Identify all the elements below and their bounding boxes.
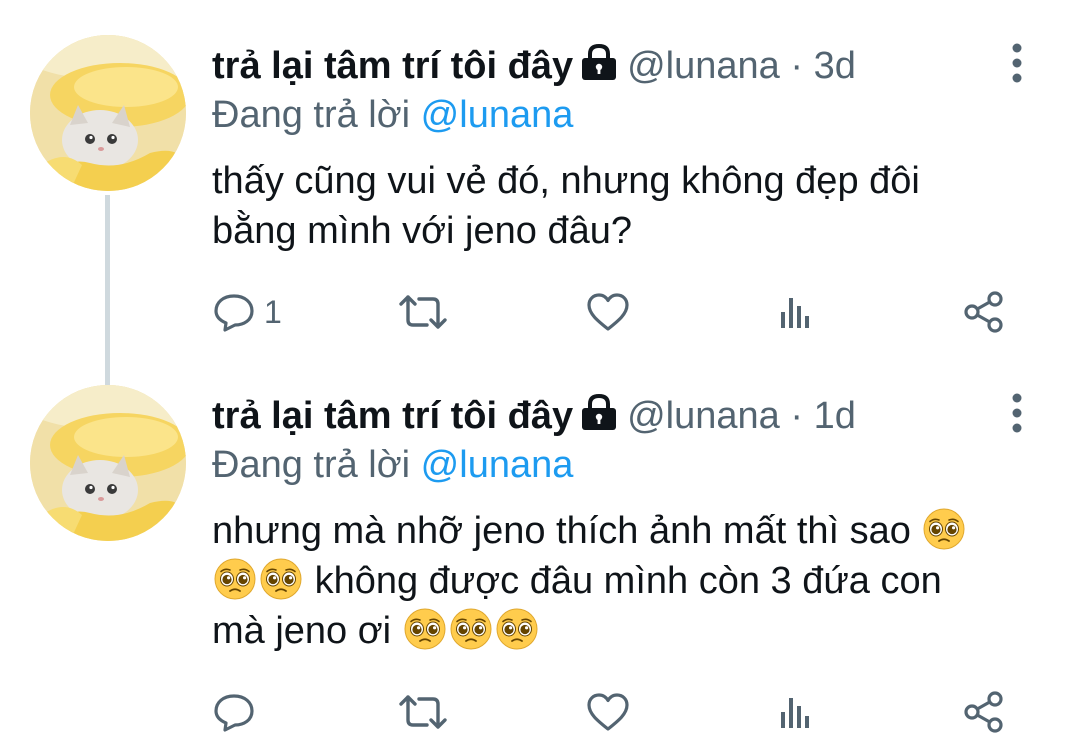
replying-to: Đang trả lời @lunana: [212, 92, 573, 138]
analytics-button[interactable]: [775, 287, 815, 337]
like-icon: [585, 691, 631, 733]
like-button[interactable]: [585, 687, 631, 737]
share-icon: [962, 690, 1006, 734]
reply-count: 1: [264, 293, 282, 330]
pleading-face-emoji: [923, 508, 966, 550]
action-bar: [212, 687, 1032, 737]
retweet-button[interactable]: [397, 287, 449, 337]
mention-link[interactable]: @lunana: [421, 94, 574, 136]
tweet-text-row: mà jeno ơi: [212, 606, 1042, 656]
separator-dot: ·: [790, 45, 803, 87]
lock-icon: [579, 393, 619, 443]
retweet-button[interactable]: [397, 687, 449, 737]
separator-dot: ·: [790, 395, 803, 437]
display-name[interactable]: trả lại tâm trí tôi đây: [212, 395, 573, 437]
tweet[interactable]: trả lại tâm trí tôi đây @lunana · 3d Đang…: [0, 0, 1080, 385]
timestamp[interactable]: 1d: [814, 395, 856, 437]
retweet-icon: [397, 292, 449, 332]
display-name[interactable]: trả lại tâm trí tôi đây: [212, 45, 573, 87]
tweet-text-line: mà jeno ơi: [212, 610, 392, 652]
more-icon[interactable]: [1005, 392, 1029, 434]
share-icon: [962, 290, 1006, 334]
tweet-text-line: bằng mình với jeno đâu?: [212, 210, 632, 252]
replying-to: Đang trả lời @lunana: [212, 442, 573, 488]
tweet[interactable]: trả lại tâm trí tôi đây @lunana · 1d Đang…: [0, 365, 1080, 750]
thread-connector-line: [105, 195, 110, 385]
avatar[interactable]: [30, 385, 186, 541]
pleading-face-emoji: [403, 608, 446, 650]
timestamp[interactable]: 3d: [814, 45, 856, 87]
avatar[interactable]: [30, 35, 186, 191]
pleading-face-emoji: [260, 558, 302, 600]
tweet-text-line: nhưng mà nhỡ jeno thích ảnh mất thì sao: [212, 510, 911, 552]
replying-to-label: Đang trả lời: [212, 94, 411, 136]
user-handle[interactable]: @lunana: [627, 395, 780, 437]
tweet-header: trả lại tâm trí tôi đây @lunana · 3d: [212, 42, 856, 90]
reply-icon: [212, 292, 256, 332]
reply-icon: [212, 692, 256, 732]
lock-icon: [579, 43, 619, 93]
tweet-text-line: thấy cũng vui vẻ đó, nhưng không đẹp đôi: [212, 160, 920, 202]
replying-to-label: Đang trả lời: [212, 444, 411, 486]
like-button[interactable]: [585, 287, 631, 337]
share-button[interactable]: [962, 287, 1006, 337]
action-bar: 1: [212, 287, 1032, 337]
share-button[interactable]: [962, 687, 1006, 737]
analytics-icon: [775, 692, 815, 732]
tweet-text-row: không được đâu mình còn 3 đứa con: [212, 556, 1042, 606]
pleading-face-emoji: [495, 608, 538, 650]
mention-link[interactable]: @lunana: [421, 444, 574, 486]
reply-button[interactable]: [212, 687, 264, 737]
tweet-header: trả lại tâm trí tôi đây @lunana · 1d: [212, 392, 856, 440]
tweet-text: nhưng mà nhỡ jeno thích ảnh mất thì sao …: [212, 506, 1042, 656]
user-handle[interactable]: @lunana: [627, 45, 780, 87]
tweet-text-line: không được đâu mình còn 3 đứa con: [314, 560, 942, 602]
retweet-icon: [397, 692, 449, 732]
pleading-face-emoji: [214, 558, 256, 600]
like-icon: [585, 291, 631, 333]
more-icon[interactable]: [1005, 42, 1029, 84]
tweet-text-row: nhưng mà nhỡ jeno thích ảnh mất thì sao: [212, 506, 1042, 556]
analytics-button[interactable]: [775, 687, 815, 737]
reply-button[interactable]: 1: [212, 287, 282, 337]
pleading-face-emoji: [449, 608, 492, 650]
analytics-icon: [775, 292, 815, 332]
tweet-text: thấy cũng vui vẻ đó, nhưng không đẹp đôi…: [212, 156, 1042, 256]
